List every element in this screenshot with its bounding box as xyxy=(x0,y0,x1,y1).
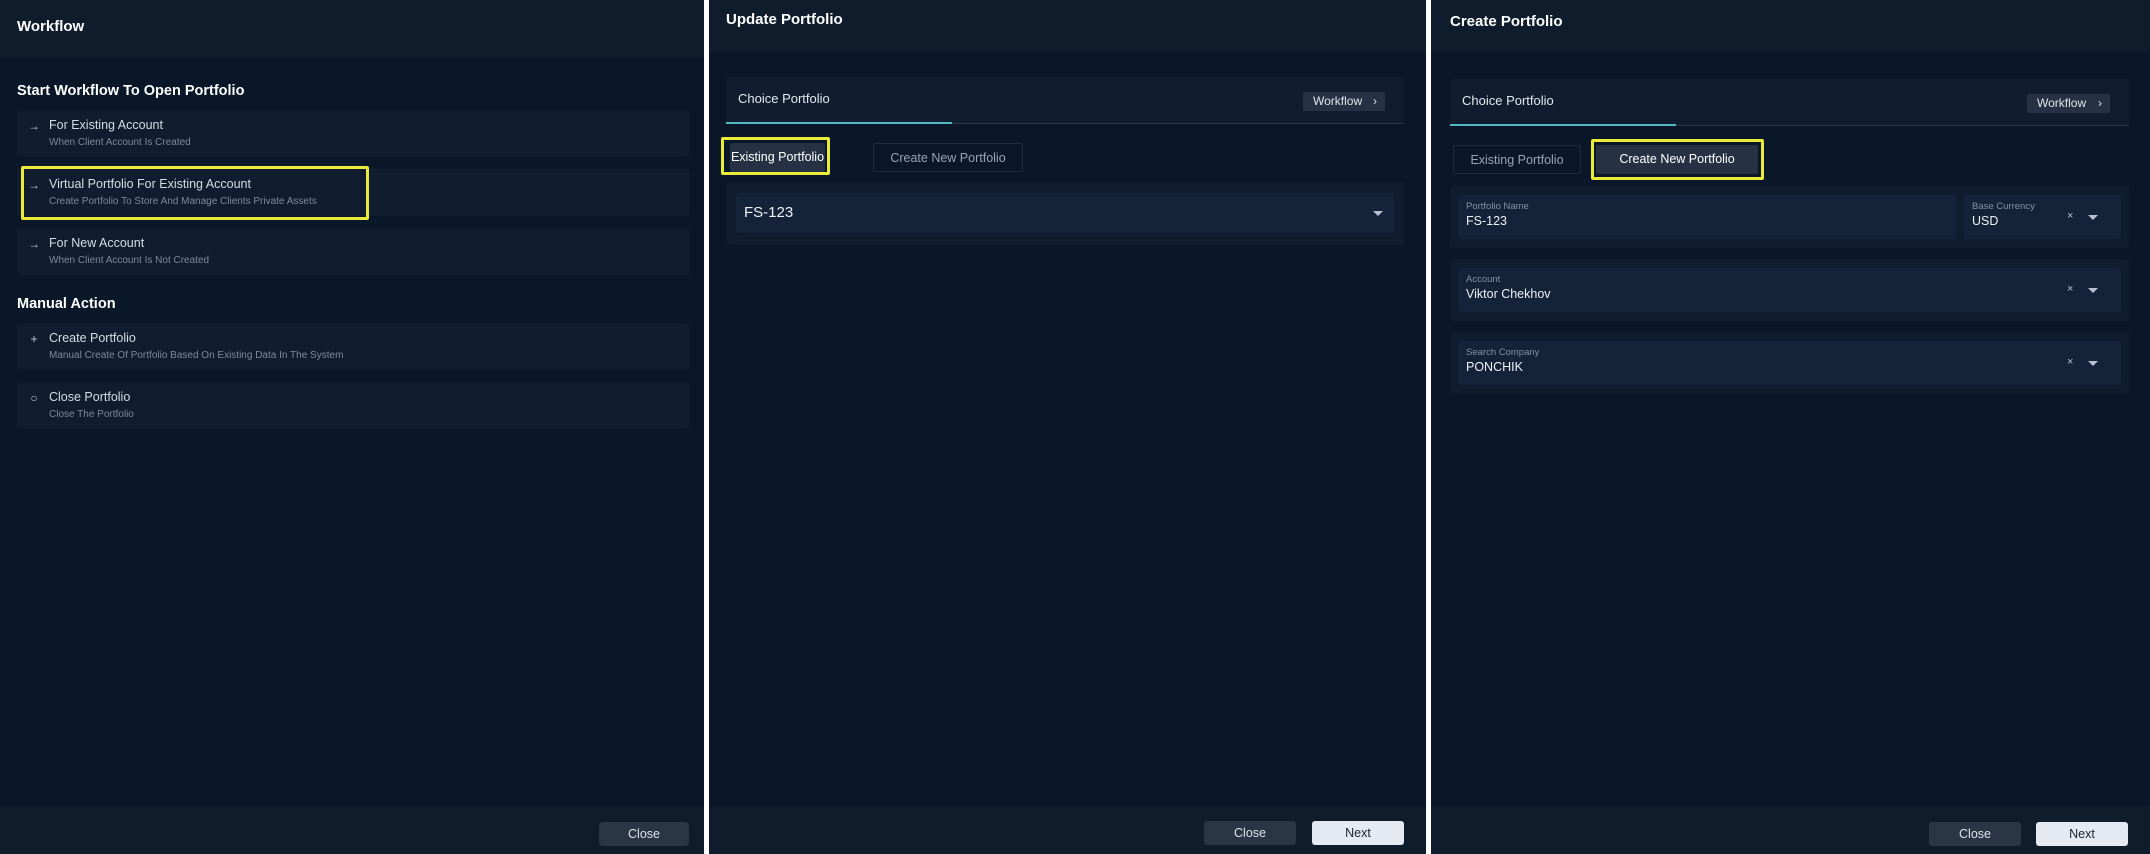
portfolio-name-label: Portfolio Name xyxy=(1466,201,1529,212)
create-header: Create Portfolio xyxy=(1431,0,2150,52)
company-card: Search Company PONCHIK × xyxy=(1450,332,2129,394)
arrow-right-icon: → xyxy=(28,237,40,251)
list-item-title: For Existing Account xyxy=(49,118,163,132)
account-card: Account Viktor Chekhov × xyxy=(1450,259,2129,321)
name-currency-card: Portfolio Name FS-123 Base Currency USD … xyxy=(1450,186,2129,248)
section-title-manual: Manual Action xyxy=(17,296,116,312)
list-item-virtual-portfolio[interactable]: → Virtual Portfolio For Existing Account… xyxy=(17,169,690,216)
list-item-create-portfolio[interactable]: + Create Portfolio Manual Create Of Port… xyxy=(17,323,690,370)
close-button[interactable]: Close xyxy=(1204,821,1296,845)
workflow-button-label: Workflow xyxy=(1313,94,1363,108)
circle-icon: ○ xyxy=(30,391,38,405)
chevron-right-icon: › xyxy=(2098,96,2102,110)
base-currency-select[interactable]: Base Currency USD × xyxy=(1964,195,2121,239)
chevron-down-icon xyxy=(1373,211,1383,216)
panel-title: Workflow xyxy=(17,18,85,35)
account-label: Account xyxy=(1466,274,1501,285)
list-item-title: Virtual Portfolio For Existing Account xyxy=(49,177,251,191)
segment-existing-portfolio[interactable]: Existing Portfolio xyxy=(730,143,825,172)
panel-title: Create Portfolio xyxy=(1450,13,1563,30)
segment-create-new-portfolio[interactable]: Create New Portfolio xyxy=(1596,145,1758,174)
list-item-for-existing-account[interactable]: → For Existing Account When Client Accou… xyxy=(17,110,690,157)
update-footer: Close Next xyxy=(709,806,1426,854)
chevron-down-icon xyxy=(2088,215,2098,220)
panel-title: Update Portfolio xyxy=(726,11,843,28)
base-currency-label: Base Currency xyxy=(1972,201,2035,212)
clear-icon[interactable]: × xyxy=(2067,210,2073,222)
workflow-button-label: Workflow xyxy=(2037,96,2087,110)
create-portfolio-panel: Create Portfolio Choice Portfolio Workfl… xyxy=(1431,0,2150,854)
clear-icon[interactable]: × xyxy=(2067,356,2073,368)
workflow-button[interactable]: Workflow › xyxy=(1303,92,1385,111)
list-item-subtitle: Create Portfolio To Store And Manage Cli… xyxy=(49,196,317,207)
section-title-open: Start Workflow To Open Portfolio xyxy=(17,83,245,99)
close-button[interactable]: Close xyxy=(1929,822,2021,846)
list-item-subtitle: Manual Create Of Portfolio Based On Exis… xyxy=(49,350,344,361)
portfolio-select[interactable]: FS-123 xyxy=(736,193,1394,233)
list-item-title: Close Portfolio xyxy=(49,390,131,404)
list-item-subtitle: When Client Account Is Created xyxy=(49,137,191,148)
choice-card: Choice Portfolio Workflow › xyxy=(1450,79,2129,126)
portfolio-name-field[interactable]: Portfolio Name FS-123 xyxy=(1458,195,1956,239)
list-item-title: For New Account xyxy=(49,236,145,250)
chevron-right-icon: › xyxy=(1373,94,1377,108)
update-header: Update Portfolio xyxy=(709,0,1426,52)
next-button[interactable]: Next xyxy=(1312,821,1404,845)
choice-card: Choice Portfolio Workflow › xyxy=(726,77,1404,124)
plus-icon: + xyxy=(30,332,38,346)
next-button[interactable]: Next xyxy=(2036,822,2128,846)
clear-icon[interactable]: × xyxy=(2067,283,2073,295)
chevron-down-icon xyxy=(2088,288,2098,293)
workflow-header: Workflow xyxy=(0,0,704,58)
portfolio-name-value: FS-123 xyxy=(1466,214,1507,228)
tab-choice-portfolio[interactable]: Choice Portfolio xyxy=(1462,93,1554,108)
search-company-value: PONCHIK xyxy=(1466,360,1523,374)
create-footer: Close Next xyxy=(1431,806,2150,854)
update-portfolio-panel: Update Portfolio Choice Portfolio Workfl… xyxy=(709,0,1426,854)
account-value: Viktor Chekhov xyxy=(1466,287,1551,301)
workflow-button[interactable]: Workflow › xyxy=(2027,94,2110,113)
list-item-title: Create Portfolio xyxy=(49,331,136,345)
base-currency-value: USD xyxy=(1972,214,1999,228)
tab-choice-portfolio[interactable]: Choice Portfolio xyxy=(738,91,830,106)
list-item-for-new-account[interactable]: → For New Account When Client Account Is… xyxy=(17,228,690,275)
segment-create-new-portfolio[interactable]: Create New Portfolio xyxy=(873,143,1023,172)
workflow-panel: Workflow Start Workflow To Open Portfoli… xyxy=(0,0,704,854)
workflow-footer: Close xyxy=(0,806,704,854)
close-button[interactable]: Close xyxy=(599,822,689,846)
tab-underline xyxy=(1450,124,1676,126)
tab-underline xyxy=(726,122,952,124)
arrow-right-icon: → xyxy=(28,178,40,192)
segment-existing-portfolio[interactable]: Existing Portfolio xyxy=(1453,145,1581,174)
list-item-close-portfolio[interactable]: ○ Close Portfolio Close The Portfolio xyxy=(17,382,690,429)
search-company-select[interactable]: Search Company PONCHIK × xyxy=(1458,341,2121,385)
list-item-subtitle: When Client Account Is Not Created xyxy=(49,255,210,266)
select-card: FS-123 xyxy=(726,182,1404,245)
account-select[interactable]: Account Viktor Chekhov × xyxy=(1458,268,2121,312)
chevron-down-icon xyxy=(2088,361,2098,366)
search-company-label: Search Company xyxy=(1466,347,1540,358)
list-item-subtitle: Close The Portfolio xyxy=(49,409,134,420)
portfolio-select-value: FS-123 xyxy=(744,204,794,221)
arrow-right-icon: → xyxy=(28,119,40,133)
